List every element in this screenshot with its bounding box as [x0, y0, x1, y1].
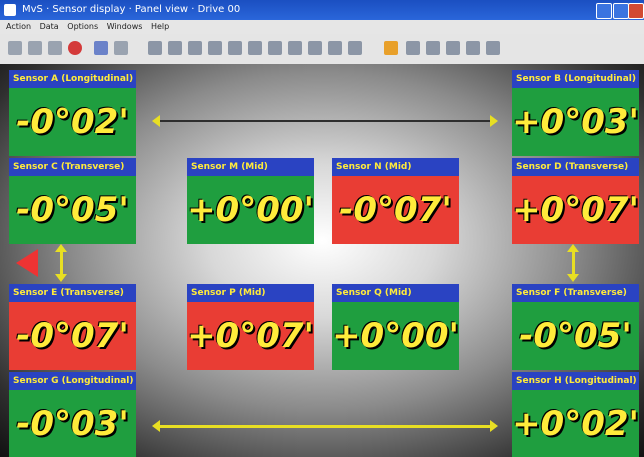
sensor-panel[interactable]: Sensor Q (Mid) +0°00': [332, 284, 459, 370]
settings-icon[interactable]: [114, 41, 128, 55]
sensor-label: Sensor M (Mid): [187, 158, 314, 176]
sensor-label: Sensor B (Longitudinal): [512, 70, 639, 88]
sensor-panel[interactable]: Sensor P (Mid) +0°07': [187, 284, 314, 370]
menubar: Action Data Options Windows Help: [0, 20, 644, 34]
menu-data[interactable]: Data: [40, 22, 59, 31]
sensor-value: +0°07': [187, 302, 314, 370]
sensor4-icon[interactable]: [208, 41, 222, 55]
sensor-value: +0°00': [332, 302, 459, 370]
bottom-connector-arrow: [152, 420, 498, 432]
tool6-icon[interactable]: [328, 41, 342, 55]
arrow5-icon[interactable]: [308, 41, 322, 55]
close-button[interactable]: [628, 3, 644, 19]
red-left-arrow-icon[interactable]: [16, 249, 38, 277]
sensor-value: +0°03': [512, 88, 639, 156]
sensor-label: Sensor H (Longitudinal): [512, 372, 639, 390]
new-icon[interactable]: [8, 41, 22, 55]
sensor-panel[interactable]: Sensor B (Longitudinal) +0°03': [512, 70, 639, 156]
sensor-label: Sensor A (Longitudinal): [9, 70, 136, 88]
sensor2-icon[interactable]: [168, 41, 182, 55]
tool9-icon[interactable]: [406, 41, 420, 55]
sensor-panel[interactable]: Sensor E (Transverse) -0°07': [9, 284, 136, 370]
arrowhead-right-icon: [490, 420, 498, 432]
sensor-panel[interactable]: Sensor D (Transverse) +0°07': [512, 158, 639, 244]
record-icon[interactable]: [68, 41, 82, 55]
sensor-label: Sensor D (Transverse): [512, 158, 639, 176]
menu-action[interactable]: Action: [6, 22, 31, 31]
arrow1-icon[interactable]: [228, 41, 242, 55]
arrow2-icon[interactable]: [248, 41, 262, 55]
sensor-panel[interactable]: Sensor G (Longitudinal) -0°03': [9, 372, 136, 457]
arrowhead-left-icon: [152, 115, 160, 127]
menu-windows[interactable]: Windows: [107, 22, 143, 31]
play-icon[interactable]: [48, 41, 62, 55]
sensor-value: +0°00': [187, 176, 314, 244]
sensor-panel[interactable]: Sensor M (Mid) +0°00': [187, 158, 314, 244]
window-title: MvS · Sensor display · Panel view · Driv…: [22, 4, 241, 15]
sensor3-icon[interactable]: [188, 41, 202, 55]
window-titlebar: MvS · Sensor display · Panel view · Driv…: [0, 0, 644, 20]
tool10-icon[interactable]: [426, 41, 440, 55]
sensor-label: Sensor G (Longitudinal): [9, 372, 136, 390]
sensor-panel[interactable]: Sensor F (Transverse) -0°05': [512, 284, 639, 370]
sensor-label: Sensor F (Transverse): [512, 284, 639, 302]
arrow4-icon[interactable]: [288, 41, 302, 55]
tool-icon[interactable]: [94, 41, 108, 55]
right-vertical-arrow: [567, 244, 579, 282]
sensor-value: -0°05': [9, 176, 136, 244]
tool12-icon[interactable]: [466, 41, 480, 55]
tool11-icon[interactable]: [446, 41, 460, 55]
sensor-value: -0°03': [9, 390, 136, 457]
minimize-button[interactable]: [596, 3, 612, 19]
app-icon: [4, 4, 16, 16]
sensor-label: Sensor E (Transverse): [9, 284, 136, 302]
sensor-value: -0°02': [9, 88, 136, 156]
sensor-label: Sensor C (Transverse): [9, 158, 136, 176]
sensor-value: -0°07': [332, 176, 459, 244]
arrow3-icon[interactable]: [268, 41, 282, 55]
arrowhead-left-icon: [152, 420, 160, 432]
back-icon[interactable]: [28, 41, 42, 55]
sensor-label: Sensor Q (Mid): [332, 284, 459, 302]
tool13-icon[interactable]: [486, 41, 500, 55]
arrowhead-right-icon: [490, 115, 498, 127]
toolbar: [0, 34, 644, 65]
sensor-panel[interactable]: Sensor A (Longitudinal) -0°02': [9, 70, 136, 156]
sensor-canvas: Sensor A (Longitudinal) -0°02' Sensor B …: [0, 64, 644, 457]
left-vertical-arrow: [55, 244, 67, 282]
sensor-value: +0°07': [512, 176, 639, 244]
sensor-value: +0°02': [512, 390, 639, 457]
sensor-label: Sensor N (Mid): [332, 158, 459, 176]
sensor1-icon[interactable]: [148, 41, 162, 55]
sensor-value: -0°05': [512, 302, 639, 370]
top-connector-arrow: [152, 115, 498, 127]
sensor-label: Sensor P (Mid): [187, 284, 314, 302]
tool8-icon[interactable]: [384, 41, 398, 55]
sensor-panel[interactable]: Sensor H (Longitudinal) +0°02': [512, 372, 639, 457]
sensor-panel[interactable]: Sensor C (Transverse) -0°05': [9, 158, 136, 244]
maximize-button[interactable]: [613, 3, 629, 19]
sensor-panel[interactable]: Sensor N (Mid) -0°07': [332, 158, 459, 244]
menu-options[interactable]: Options: [67, 22, 98, 31]
menu-help[interactable]: Help: [151, 22, 169, 31]
tool7-icon[interactable]: [348, 41, 362, 55]
sensor-value: -0°07': [9, 302, 136, 370]
